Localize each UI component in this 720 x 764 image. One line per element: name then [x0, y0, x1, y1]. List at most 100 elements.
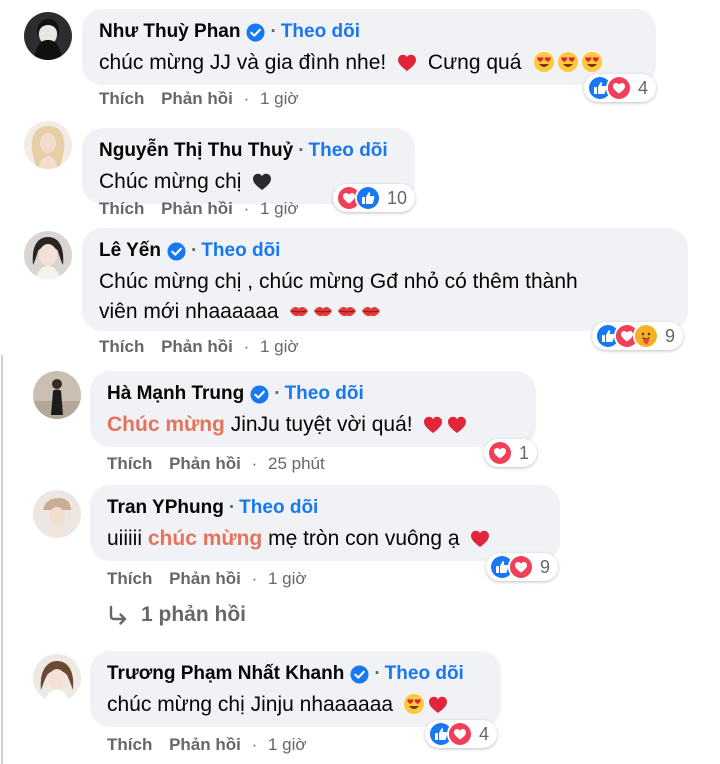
like-button[interactable]: Thích [107, 569, 152, 588]
comment-author[interactable]: Tran YPhung [107, 496, 224, 520]
comment-text-main: Chúc mừng chị [99, 170, 242, 193]
like-button[interactable]: Thích [99, 337, 144, 356]
comment-bubble: Trương Phạm Nhất Khanh · Theo dõi chúc m… [90, 651, 501, 727]
like-reaction-icon [355, 185, 381, 211]
like-button[interactable]: Thích [107, 454, 152, 473]
comment-bubble: Lê Yến · Theo dõi Chúc mừng chị , chúc m… [82, 228, 688, 331]
follow-button[interactable]: Theo dõi [385, 662, 464, 686]
kiss-lips-emoji [288, 300, 310, 322]
avatar[interactable] [33, 371, 81, 419]
avatar[interactable] [24, 121, 72, 169]
reply-arrow-icon [109, 605, 127, 625]
comment: Tran YPhung · Theo dõi uiiiii chúc mừng … [0, 482, 720, 592]
love-reaction-icon [487, 440, 513, 466]
red-heart-emoji [427, 693, 449, 715]
avatar[interactable] [33, 654, 81, 702]
reaction-count: 4 [638, 77, 649, 98]
comment-text: chúc mừng JJ và gia đình nhe! Cưng quá [99, 48, 639, 78]
reply-button[interactable]: Phản hồi [161, 89, 233, 108]
reply-button[interactable]: Phản hồi [169, 735, 241, 754]
red-heart-emoji [446, 413, 468, 435]
separator-dot: · [270, 21, 277, 42]
comment: Trương Phạm Nhất Khanh · Theo dõi chúc m… [0, 650, 720, 764]
like-button[interactable]: Thích [107, 735, 152, 754]
comment: Lê Yến · Theo dõi Chúc mừng chị , chúc m… [0, 228, 720, 358]
comment-actions: Thích Phản hồi · 1 giờ [99, 337, 299, 356]
reply-button[interactable]: Phản hồi [161, 199, 233, 218]
comment-timestamp[interactable]: 1 giờ [260, 89, 299, 108]
reaction-summary[interactable]: 1 [484, 439, 538, 467]
love-reaction-icon [606, 75, 632, 101]
comment-text: Chúc mừng chị , chúc mừng Gđ nhỏ có thêm… [99, 267, 671, 327]
avatar[interactable] [24, 12, 72, 60]
separator-dot: · [274, 383, 281, 404]
comment-timestamp[interactable]: 1 giờ [268, 569, 307, 588]
comment-timestamp[interactable]: 25 phút [268, 454, 325, 473]
avatar[interactable] [33, 490, 81, 538]
comment: Hà Mạnh Trung · Theo dõi Chúc mừng JinJu… [0, 365, 720, 480]
reply-button[interactable]: Phản hồi [161, 337, 233, 356]
view-replies-label: 1 phản hồi [141, 603, 246, 626]
view-replies-link[interactable]: 1 phản hồi [107, 603, 246, 627]
reaction-summary[interactable]: 9 [486, 553, 559, 581]
heart-eyes-emoji [557, 51, 579, 73]
comment-author[interactable]: Hà Mạnh Trung [107, 382, 244, 406]
reaction-summary[interactable]: 4 [584, 74, 657, 102]
avatar[interactable] [24, 231, 72, 279]
reaction-count: 9 [540, 556, 551, 577]
comment-actions: Thích Phản hồi · 1 giờ [107, 735, 307, 754]
highlighted-keyword[interactable]: Chúc mừng [107, 413, 225, 436]
love-reaction-icon [447, 721, 473, 747]
comment-text-tail: Cưng quá [427, 51, 522, 74]
comment-text-line-2: viên mới nhaaaaaa [99, 297, 671, 327]
comment-actions: Thích Phản hồi · 1 giờ [99, 89, 299, 108]
like-button[interactable]: Thích [99, 89, 144, 108]
love-reaction-icon [508, 554, 534, 580]
reply-button[interactable]: Phản hồi [169, 454, 241, 473]
follow-button[interactable]: Theo dõi [285, 382, 364, 406]
separator-dot: · [190, 240, 198, 261]
heart-eyes-emoji [403, 693, 425, 715]
heart-eyes-emoji [533, 51, 555, 73]
red-heart-emoji [422, 413, 444, 435]
comment: Như Thuỳ Phan · Theo dõi chúc mừng JJ và… [0, 0, 720, 115]
comment-timestamp[interactable]: 1 giờ [268, 735, 307, 754]
comment-author[interactable]: Trương Phạm Nhất Khanh [107, 662, 344, 686]
comment-text-main: viên mới nhaaaaaa [99, 300, 279, 323]
comment-text-pre: uiiiii [107, 527, 143, 550]
comment-text-main: mẹ tròn con vuông ạ [268, 527, 460, 550]
reaction-summary[interactable]: 4 [425, 720, 498, 748]
separator-dot: · [298, 140, 305, 161]
comment-timestamp[interactable]: 1 giờ [260, 337, 299, 356]
verified-badge-icon [167, 242, 186, 261]
like-button[interactable]: Thích [99, 199, 144, 218]
reaction-count: 9 [665, 325, 676, 346]
comment-text-main: chúc mừng JJ và gia đình nhe! [99, 51, 387, 74]
comment-text: Chúc mừng JinJu tuyệt vời quá! [107, 410, 519, 440]
reaction-summary[interactable]: 9 [592, 322, 684, 350]
follow-button[interactable]: Theo dõi [239, 496, 318, 520]
follow-button[interactable]: Theo dõi [281, 20, 360, 44]
red-heart-emoji [396, 51, 418, 73]
comment-text-main: chúc mừng chị Jinju nhaaaaaa [107, 693, 394, 716]
comment-actions: Thích Phản hồi · 1 giờ [107, 569, 307, 588]
comment-bubble: Như Thuỳ Phan · Theo dõi chúc mừng JJ và… [82, 9, 656, 85]
comment-author[interactable]: Nguyễn Thị Thu Thuỷ [99, 139, 293, 163]
highlighted-keyword[interactable]: chúc mừng [148, 527, 262, 550]
comment-author[interactable]: Như Thuỳ Phan [99, 20, 240, 44]
comment-timestamp[interactable]: 1 giờ [260, 199, 299, 218]
follow-button[interactable]: Theo dõi [309, 139, 388, 163]
verified-badge-icon [246, 23, 265, 42]
comment-author[interactable]: Lê Yến [99, 239, 161, 263]
follow-button[interactable]: Theo dõi [201, 239, 280, 263]
reaction-summary[interactable]: 10 [333, 184, 416, 212]
verified-badge-icon [350, 665, 369, 684]
kiss-lips-emoji [312, 300, 334, 322]
kiss-lips-emoji [336, 300, 358, 322]
comment-text-line-1: Chúc mừng chị , chúc mừng Gđ nhỏ có thêm… [99, 270, 578, 293]
reply-button[interactable]: Phản hồi [169, 569, 241, 588]
reaction-count: 10 [387, 187, 408, 208]
comment-bubble: Hà Mạnh Trung · Theo dõi Chúc mừng JinJu… [90, 371, 536, 447]
separator-dot: · [374, 663, 381, 684]
comment-actions: Thích Phản hồi · 1 giờ [99, 199, 299, 218]
